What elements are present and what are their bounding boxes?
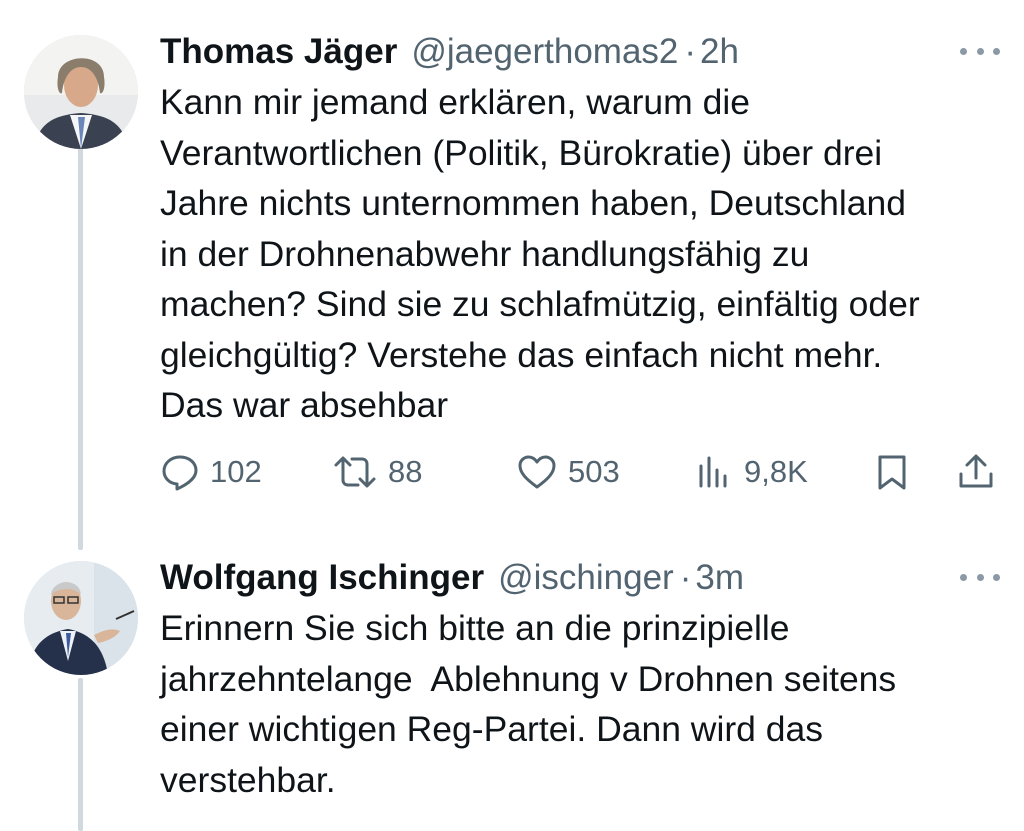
tweet-text-line: machen? Sind sie zu schlafmützig, einfäl… — [160, 284, 920, 324]
tweet-text-line: Das war absehbar — [160, 385, 449, 425]
author-handle[interactable]: @jaegerthomas2 — [411, 27, 678, 77]
timestamp[interactable]: 2h — [700, 27, 739, 77]
timestamp[interactable]: 3m — [695, 553, 744, 603]
retweet-count: 88 — [388, 454, 423, 489]
reply-count: 102 — [210, 454, 262, 489]
like-count: 503 — [568, 454, 620, 489]
tweet-actions: 102 88 503 9,8K — [160, 448, 1000, 496]
like-button[interactable]: 503 — [516, 448, 620, 496]
tweet[interactable]: Thomas Jäger @jaegerthomas2 · 2h Kann mi… — [0, 27, 1024, 527]
tweet-text: Kann mir jemand erklären, warum die Vera… — [160, 77, 1010, 431]
views-count: 9,8K — [744, 454, 808, 489]
tweet-text-line: jahrzehntelange Ablehnung v Drohnen seit… — [160, 658, 897, 699]
share-icon — [959, 454, 993, 488]
tweet-text-line: gleichgültig? Verstehe das einfach nicht… — [160, 334, 883, 375]
retweet-button[interactable]: 88 — [332, 448, 422, 496]
bookmark-button[interactable] — [874, 448, 910, 496]
reply-button[interactable]: 102 — [160, 448, 262, 496]
more-icon[interactable] — [960, 565, 1000, 589]
tweet-text-line: Erinnern Sie sich bitte an die prinzipie… — [160, 608, 790, 648]
avatar[interactable] — [24, 561, 138, 675]
author-handle[interactable]: @ischinger — [498, 553, 674, 603]
heart-icon — [518, 455, 556, 489]
author-name[interactable]: Wolfgang Ischinger — [160, 553, 484, 603]
retweet-icon — [334, 456, 376, 488]
tweet[interactable]: Wolfgang Ischinger @ischinger · 3m Erinn… — [0, 553, 1024, 831]
tweet-text-line: Jahre nichts unternommen haben, Deutschl… — [160, 183, 906, 223]
bookmark-icon — [878, 455, 906, 490]
separator: · — [679, 558, 692, 597]
share-button[interactable] — [956, 448, 996, 496]
tweet-text-line: Verantwortlichen (Politik, Bürokratie) ü… — [160, 132, 883, 173]
tweet-text-line: verstehbar. — [160, 759, 336, 800]
views-icon — [699, 456, 727, 488]
tweet-text-line: einer wichtigen Reg-Partei. Dann wird da… — [160, 709, 823, 749]
author-name[interactable]: Thomas Jäger — [160, 27, 397, 77]
tweet-text: Erinnern Sie sich bitte an die prinzipie… — [160, 603, 1010, 805]
reply-icon — [162, 455, 198, 491]
more-icon[interactable] — [960, 39, 1000, 63]
tweet-text-line: Kann mir jemand erklären, warum die — [160, 82, 750, 122]
tweet-text-line: in der Drohnenabwehr handlungsfähig zu — [160, 233, 810, 274]
avatar[interactable] — [24, 35, 138, 149]
separator: · — [684, 32, 697, 71]
views-button[interactable]: 9,8K — [694, 448, 808, 496]
